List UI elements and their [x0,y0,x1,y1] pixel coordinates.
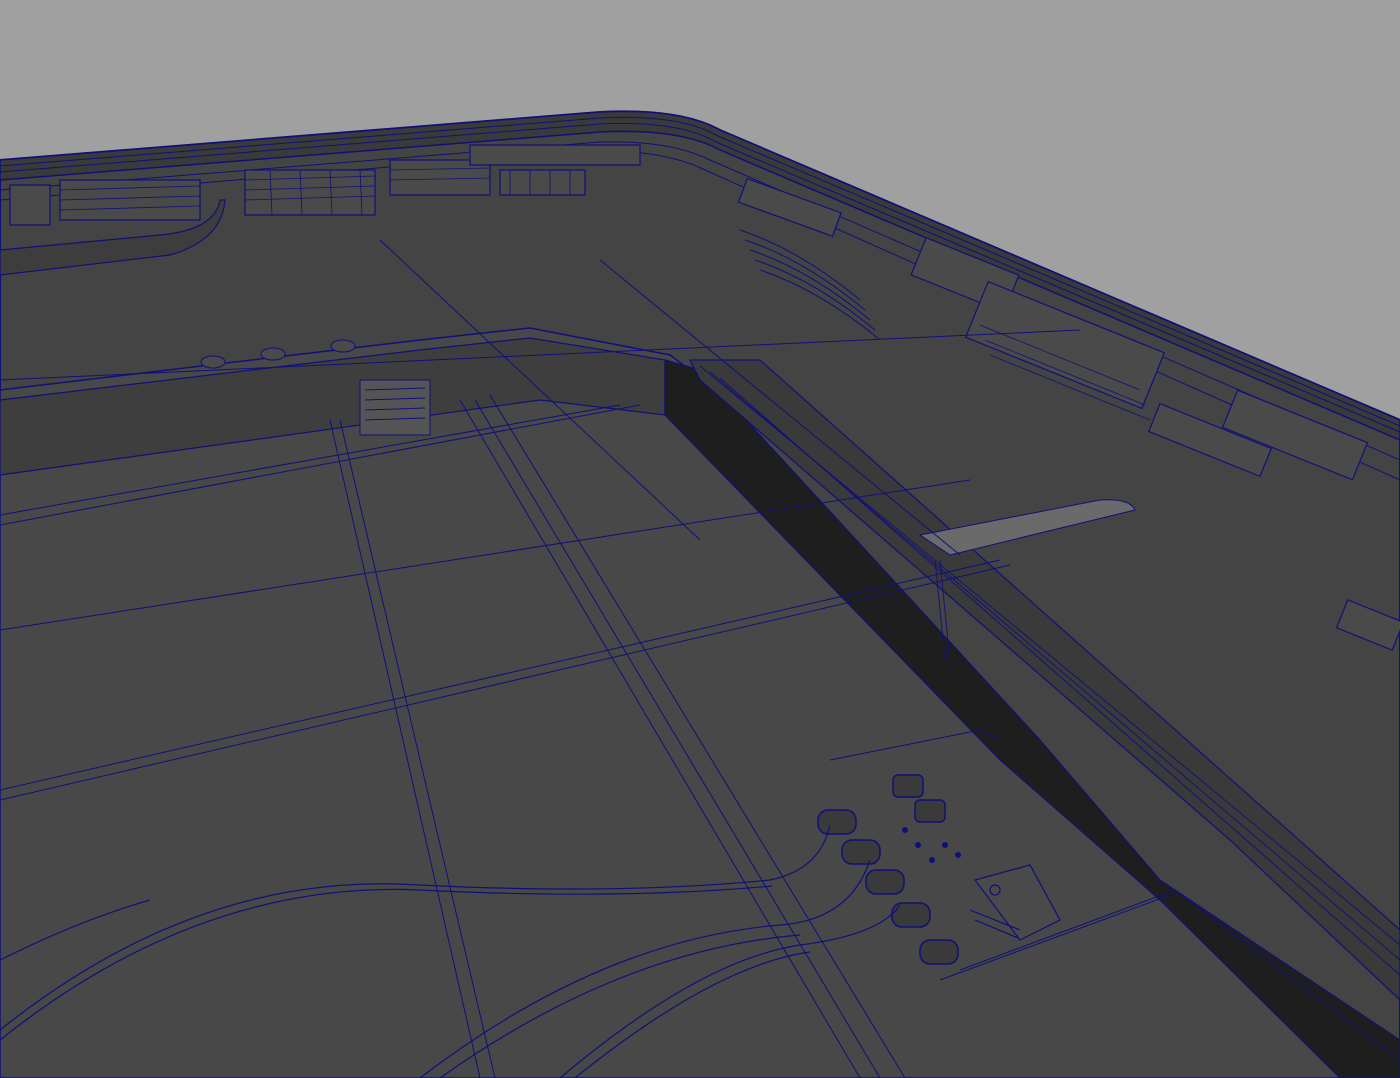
3d-viewport[interactable] [0,0,1400,1078]
flat-cable [359,379,431,436]
wireframe-scene[interactable] [0,0,1400,1078]
